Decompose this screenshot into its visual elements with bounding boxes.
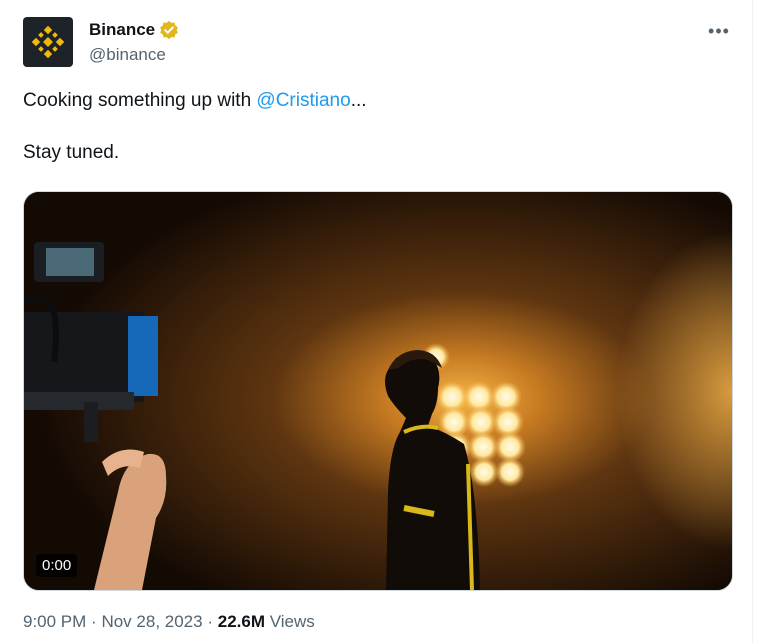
mention-link[interactable]: @Cristiano: [256, 90, 350, 111]
video-timecode: 0:00: [36, 554, 78, 577]
author-name-row: Binance: [89, 20, 179, 40]
tweet-text-before-mention: Cooking something up with: [23, 90, 257, 111]
tweet-text: Cooking something up with @Cristiano... …: [23, 88, 723, 166]
tweet-text-line-1: Cooking something up with @Cristiano...: [23, 88, 723, 114]
video-player[interactable]: 0:00: [23, 191, 733, 591]
verified-badge-icon: [160, 20, 178, 40]
binance-logo-icon: [31, 25, 65, 59]
tweet-text-blank-line: [23, 114, 723, 140]
author-display-name[interactable]: Binance: [89, 20, 155, 40]
video-frame: [24, 192, 732, 590]
author-handle[interactable]: @binance: [89, 45, 166, 65]
meta-separator: ·: [91, 612, 97, 631]
tweet-card: Binance @binance ••• Cooking something u…: [0, 0, 753, 643]
more-dots-icon[interactable]: •••: [706, 20, 732, 42]
tweet-date[interactable]: Nov 28, 2023: [101, 612, 202, 631]
avatar[interactable]: [23, 17, 73, 67]
tweet-text-line-2: Stay tuned.: [23, 142, 120, 163]
meta-separator-2: ·: [207, 612, 213, 631]
tweet-time[interactable]: 9:00 PM: [23, 612, 86, 631]
views-label: Views: [269, 612, 315, 631]
tweet-meta: 9:00 PM · Nov 28, 2023 · 22.6M Views: [23, 612, 315, 632]
tweet-text-after-mention: ...: [350, 90, 367, 111]
views-count[interactable]: 22.6M: [218, 612, 265, 631]
